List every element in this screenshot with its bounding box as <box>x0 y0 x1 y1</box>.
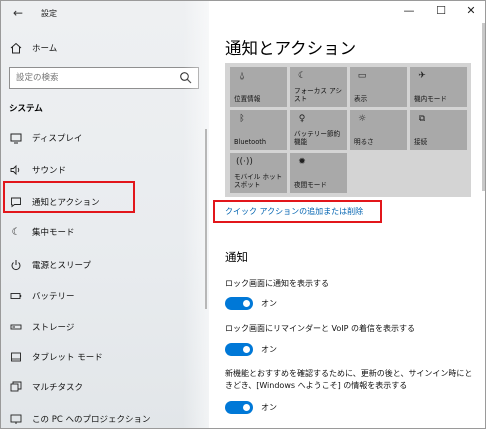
highlight-box <box>3 181 135 213</box>
toggle-welcome-experience[interactable] <box>225 401 253 414</box>
sidebar-item-label: タブレット モード <box>32 353 103 363</box>
toggle-state-label: オン <box>261 403 277 412</box>
toggle-knob <box>243 346 250 353</box>
battery-icon <box>9 289 23 303</box>
sidebar-item-multitasking[interactable]: マルチタスク <box>1 376 209 398</box>
storage-icon <box>9 320 23 334</box>
display-icon <box>9 131 23 145</box>
sidebar-item-tablet[interactable]: タブレット モード <box>1 346 209 368</box>
quick-action-mobile-hotspot[interactable]: ((·)) モバイル ホットスポット <box>230 153 287 193</box>
quick-action-night-light[interactable]: ✹ 夜間モード <box>290 153 347 193</box>
page-title: 通知とアクション <box>225 39 357 58</box>
sound-icon <box>9 163 23 177</box>
projection-icon <box>9 412 23 426</box>
toggle-state-label: オン <box>261 345 277 354</box>
sidebar-item-sound[interactable]: サウンド <box>1 159 209 181</box>
connect-icon: ⧉ <box>418 114 426 124</box>
sidebar-item-home[interactable]: ホーム <box>1 37 209 59</box>
quick-action-airplane[interactable]: ✈ 機内モード <box>410 67 467 107</box>
battery-saver-icon: ♀ <box>298 114 306 124</box>
quick-action-label: 接続 <box>414 138 428 146</box>
search-field[interactable] <box>9 67 199 89</box>
night-light-icon: ✹ <box>298 157 306 167</box>
display-icon: ▭ <box>357 71 367 81</box>
tablet-icon <box>9 350 23 364</box>
quick-action-label: バッテリー節約機能 <box>294 130 341 146</box>
quick-action-label: 明るさ <box>354 138 374 146</box>
sidebar-item-label: 集中モード <box>32 228 75 238</box>
toggle-reminders-voip[interactable] <box>225 343 253 356</box>
toggle-state-label: オン <box>261 299 277 308</box>
section-title: システム <box>9 104 43 114</box>
location-icon: ⍙ <box>239 71 245 81</box>
sidebar-item-label: この PC へのプロジェクション <box>32 415 151 425</box>
toggle-lock-screen-notifications[interactable] <box>225 297 253 310</box>
quick-action-label: モバイル ホットスポット <box>234 173 283 189</box>
sidebar-item-focus[interactable]: ☾ 集中モード <box>1 221 209 243</box>
moon-icon: ☾ <box>297 71 307 81</box>
moon-icon: ☾ <box>11 226 21 238</box>
quick-action-label: フォーカス アシスト <box>294 87 342 103</box>
brightness-icon: ☼ <box>357 114 367 124</box>
sidebar-item-label: サウンド <box>32 166 67 176</box>
bluetooth-icon: ᛒ <box>239 114 245 124</box>
app-title: 設定 <box>41 9 57 18</box>
airplane-icon: ✈ <box>418 71 426 81</box>
home-icon <box>9 41 23 55</box>
main-content: — ☐ ✕ 通知とアクション ⍙ 位置情報 ☾ フォーカス アシスト ▭ 表示 … <box>209 1 485 428</box>
sidebar-item-label: マルチタスク <box>32 383 84 393</box>
quick-action-label: 位置情報 <box>234 95 261 103</box>
sidebar: ← 設定 ホーム システム ディスプレイ サウンド <box>1 1 209 428</box>
sidebar-item-storage[interactable]: ストレージ <box>1 316 209 338</box>
sidebar-item-label: ホーム <box>32 44 58 54</box>
quick-action-bluetooth[interactable]: ᛒ Bluetooth <box>230 110 287 150</box>
sidebar-item-display[interactable]: ディスプレイ <box>1 127 209 149</box>
toggle-knob <box>243 300 250 307</box>
sidebar-item-power[interactable]: 電源とスリープ <box>1 254 209 276</box>
setting-label-reminders-voip: ロック画面にリマインダーと VoIP の着信を表示する <box>225 324 416 333</box>
quick-action-connect[interactable]: ⧉ 接続 <box>410 110 467 150</box>
power-icon <box>9 258 23 272</box>
main-scrollbar[interactable] <box>482 23 485 191</box>
minimize-button[interactable]: — <box>397 3 421 19</box>
setting-label-lock-screen-notifications: ロック画面に通知を表示する <box>225 279 329 288</box>
maximize-button[interactable]: ☐ <box>429 3 453 19</box>
quick-actions-panel: ⍙ 位置情報 ☾ フォーカス アシスト ▭ 表示 ✈ 機内モード ᛒ Bluet… <box>225 63 471 197</box>
sidebar-item-label: バッテリー <box>32 292 75 302</box>
toggle-knob <box>243 404 250 411</box>
quick-action-label: 夜間モード <box>294 181 327 189</box>
quick-action-focus-assist[interactable]: ☾ フォーカス アシスト <box>290 67 347 107</box>
quick-action-location[interactable]: ⍙ 位置情報 <box>230 67 287 107</box>
quick-action-label: 表示 <box>354 95 368 103</box>
sidebar-item-projection[interactable]: この PC へのプロジェクション <box>1 408 209 428</box>
notifications-heading: 通知 <box>225 250 248 264</box>
quick-action-display[interactable]: ▭ 表示 <box>350 67 407 107</box>
back-arrow-icon[interactable]: ← <box>11 6 25 20</box>
highlight-box <box>213 200 382 223</box>
sidebar-item-label: 電源とスリープ <box>32 261 91 271</box>
search-icon[interactable] <box>179 71 192 84</box>
setting-label-welcome-experience: 新機能とおすすめを確認するために、更新の後と、サインイン時にときどき、[Wind… <box>225 369 473 390</box>
hotspot-icon: ((·)) <box>236 157 253 167</box>
quick-action-label: Bluetooth <box>234 138 267 146</box>
multitask-icon <box>9 380 23 394</box>
quick-action-battery-saver[interactable]: ♀ バッテリー節約機能 <box>290 110 347 150</box>
sidebar-item-label: ディスプレイ <box>32 134 83 144</box>
search-input[interactable] <box>10 68 178 88</box>
settings-window: ← 設定 ホーム システム ディスプレイ サウンド <box>0 0 486 429</box>
sidebar-item-label: ストレージ <box>32 323 75 333</box>
quick-action-label: 機内モード <box>414 95 447 103</box>
quick-action-brightness[interactable]: ☼ 明るさ <box>350 110 407 150</box>
sidebar-scrollbar[interactable] <box>205 129 207 309</box>
sidebar-item-battery[interactable]: バッテリー <box>1 285 209 307</box>
titlebar-left: ← 設定 <box>1 1 209 27</box>
close-button[interactable]: ✕ <box>459 3 483 19</box>
